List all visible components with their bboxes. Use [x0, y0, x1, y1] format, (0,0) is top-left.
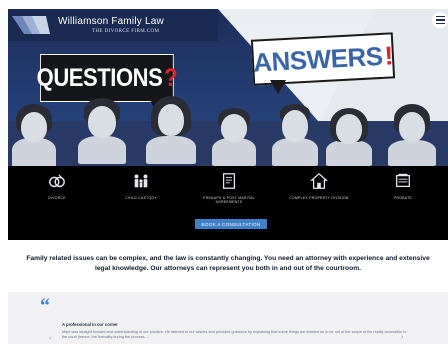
probate-document-icon [396, 173, 410, 188]
intro-text: Family related issues can be complex, an… [26, 255, 430, 272]
service-child-custody[interactable]: CHILD CUSTODY [106, 172, 176, 200]
divorce-rings-icon [49, 174, 65, 188]
book-consultation-button[interactable]: BOOK A CONSULTATION [195, 219, 267, 229]
questions-mark: ? [164, 63, 178, 92]
answers-bubble: ANSWERS! [250, 32, 396, 86]
answers-word: ANSWERS [252, 40, 384, 78]
testimonial-title: A professional in our corner [62, 322, 118, 327]
testimonial-body: Mark was straight forward and understand… [62, 330, 407, 339]
service-property[interactable]: COMPLEX PROPERTY DIVISION [284, 172, 354, 200]
page: Williamson Family Law THE DIVORCE FIRM.C… [0, 0, 448, 344]
questions-word: QUESTIONS [36, 63, 163, 92]
service-probate[interactable]: PROBATE [368, 172, 438, 200]
service-label: PROBATE [393, 196, 413, 200]
answers-mark: ! [383, 39, 394, 71]
service-label: DIVORCE [48, 196, 66, 200]
firm-logo-icon [12, 16, 50, 34]
questions-bubble: QUESTIONS? [36, 54, 178, 102]
service-label: PRENUPS & POST MARITAL AGREEMENTS [203, 196, 255, 205]
firm-url: THE DIVORCE FIRM.COM [92, 29, 160, 34]
service-label: CHILD CUSTODY [125, 196, 157, 200]
hamburger-menu-icon[interactable] [432, 12, 448, 28]
child-custody-family-icon [134, 174, 148, 188]
firm-name[interactable]: Williamson Family Law [58, 16, 164, 27]
service-prenups[interactable]: PRENUPS & POST MARITAL AGREEMENTS [194, 172, 264, 204]
service-label: COMPLEX PROPERTY DIVISION [289, 196, 349, 200]
testimonial-next-arrow-icon[interactable]: › [401, 334, 403, 341]
answers-bubble-tail [270, 80, 286, 94]
quote-icon: “ [40, 295, 50, 317]
document-agreement-icon [222, 173, 236, 189]
service-divorce[interactable]: DIVORCE [22, 172, 92, 200]
testimonial-prev-arrow-icon[interactable]: ‹ [49, 335, 51, 342]
house-property-icon [310, 172, 328, 189]
